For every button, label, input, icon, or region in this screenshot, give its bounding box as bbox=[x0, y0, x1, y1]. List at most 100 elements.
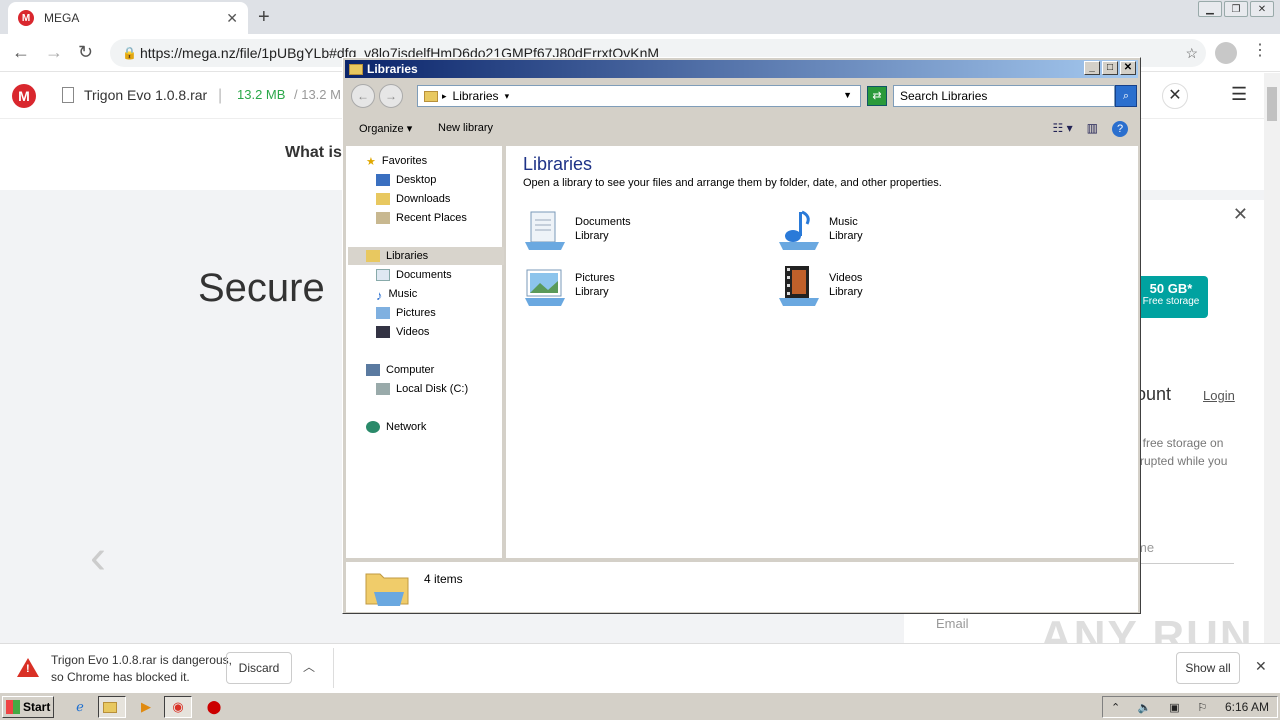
close-icon[interactable]: ✕ bbox=[1162, 83, 1188, 109]
explorer-titlebar[interactable]: Libraries _ □ ✕ bbox=[345, 60, 1138, 78]
chrome-icon[interactable]: ◉ bbox=[164, 696, 192, 718]
ie-icon[interactable]: ℯ bbox=[66, 696, 94, 718]
network-tray-icon[interactable]: ▣ bbox=[1169, 701, 1179, 714]
explorer-close-button[interactable]: ✕ bbox=[1120, 61, 1136, 75]
chevron-up-icon[interactable]: ︿ bbox=[303, 658, 315, 675]
explorer-minimize-button[interactable]: _ bbox=[1084, 61, 1100, 75]
download-warning-line1: Trigon Evo 1.0.8.rar is dangerous, bbox=[51, 653, 232, 667]
show-all-button[interactable]: Show all bbox=[1176, 652, 1240, 684]
content-description: Open a library to see your files and arr… bbox=[523, 177, 942, 189]
explorer-window: Libraries _ □ ✕ ← → ▸ Libraries ▾ ▼ ⇄ Se… bbox=[342, 57, 1141, 614]
reload-icon[interactable]: ↻ bbox=[78, 42, 93, 63]
tree-documents[interactable]: Documents bbox=[376, 266, 452, 284]
flag-tray-icon[interactable]: ⚐ bbox=[1197, 701, 1207, 714]
change-view-icon[interactable]: ☷ ▾ bbox=[1053, 121, 1073, 137]
network-icon bbox=[366, 421, 380, 433]
chrome-menu-icon[interactable]: ⋮ bbox=[1252, 40, 1268, 60]
page-scrollbar[interactable] bbox=[1264, 73, 1280, 643]
taskbar: Start ℯ ▶ ◉ ⬤ ⌃ 🔈 ▣ ⚐ 6:16 AM bbox=[0, 692, 1280, 720]
volume-icon[interactable]: 🔈 bbox=[1138, 701, 1152, 714]
back-arrow-icon[interactable]: ← bbox=[12, 42, 30, 63]
library-pictures-type: Library bbox=[575, 286, 609, 298]
email-field[interactable]: Email bbox=[936, 616, 969, 631]
breadcrumb-dropdown-icon[interactable]: ▾ bbox=[505, 91, 510, 102]
new-tab-button[interactable]: + bbox=[258, 6, 270, 29]
tree-computer[interactable]: Computer bbox=[366, 361, 434, 379]
music-icon: ♪ bbox=[376, 288, 383, 303]
start-button[interactable]: Start bbox=[2, 696, 54, 718]
tree-desktop[interactable]: Desktop bbox=[376, 171, 436, 189]
warning-mark: ! bbox=[26, 663, 30, 675]
mega-logo[interactable]: M bbox=[12, 84, 36, 108]
pictures-library-icon bbox=[525, 269, 565, 306]
login-link[interactable]: Login bbox=[1203, 388, 1235, 403]
browser-tab[interactable]: M MEGA ✕ bbox=[8, 2, 248, 34]
scroll-thumb[interactable] bbox=[1267, 87, 1277, 121]
stop-icon[interactable]: ⬤ bbox=[200, 696, 228, 718]
new-library-button[interactable]: New library bbox=[438, 122, 493, 134]
hero-heading: Secure bbox=[198, 266, 325, 310]
organize-button[interactable]: Organize ▾ bbox=[359, 122, 412, 135]
libraries-folder-icon bbox=[424, 90, 438, 102]
tree-network[interactable]: Network bbox=[366, 418, 426, 436]
library-documents[interactable]: Documents Library bbox=[523, 206, 763, 254]
tree-downloads[interactable]: Downloads bbox=[376, 190, 450, 208]
address-dropdown-icon[interactable]: ▼ bbox=[843, 90, 852, 100]
tree-local-disk-label: Local Disk (C:) bbox=[396, 383, 469, 395]
forward-arrow-icon[interactable]: → bbox=[45, 42, 63, 63]
help-icon[interactable]: ? bbox=[1112, 121, 1128, 137]
separator: | bbox=[218, 87, 223, 104]
explorer-maximize-button[interactable]: □ bbox=[1102, 61, 1118, 75]
restore-button[interactable]: ❐ bbox=[1224, 1, 1248, 17]
explorer-window-controls: _ □ ✕ bbox=[1084, 61, 1136, 75]
discard-button[interactable]: Discard bbox=[226, 652, 292, 684]
close-window-button[interactable]: ✕ bbox=[1250, 1, 1274, 17]
search-icon[interactable]: ⌕ bbox=[1115, 85, 1137, 107]
tree-favorites[interactable]: ★ Favorites bbox=[366, 152, 427, 170]
organize-label: Organize bbox=[359, 123, 404, 135]
refresh-icon[interactable]: ⇄ bbox=[867, 86, 887, 106]
windows-flag-icon bbox=[6, 700, 20, 714]
tree-recent[interactable]: Recent Places bbox=[376, 209, 467, 227]
explorer-address-bar[interactable]: ▸ Libraries ▾ ▼ bbox=[417, 85, 861, 107]
tab-close-icon[interactable]: ✕ bbox=[226, 10, 238, 27]
tree-local-disk[interactable]: Local Disk (C:) bbox=[376, 380, 468, 398]
search-input[interactable]: Search Libraries bbox=[893, 85, 1115, 107]
tree-pictures-label: Pictures bbox=[396, 307, 436, 319]
library-pictures[interactable]: Pictures Library bbox=[523, 262, 763, 310]
taskbar-folder-icon bbox=[103, 701, 117, 713]
system-tray: ⌃ 🔈 ▣ ⚐ 6:16 AM bbox=[1102, 696, 1278, 718]
bookmark-star-icon[interactable]: ☆ bbox=[1185, 39, 1198, 67]
libraries-large-icon bbox=[365, 573, 409, 606]
tree-computer-label: Computer bbox=[386, 364, 435, 376]
carousel-left-arrow-icon[interactable]: ‹ bbox=[90, 530, 106, 585]
tree-pictures[interactable]: Pictures bbox=[376, 304, 436, 322]
media-player-icon[interactable]: ▶ bbox=[132, 696, 160, 718]
mega-favicon-icon: M bbox=[18, 10, 34, 26]
documents-icon bbox=[376, 269, 390, 281]
minimize-button[interactable]: ▁ bbox=[1198, 1, 1222, 17]
download-bar-close-icon[interactable]: ✕ bbox=[1255, 658, 1267, 675]
tree-music[interactable]: ♪ Music bbox=[376, 285, 417, 303]
tree-libraries[interactable]: Libraries bbox=[348, 247, 504, 265]
preview-pane-icon[interactable]: ▥ bbox=[1087, 121, 1098, 137]
badge-label: Free storage bbox=[1142, 296, 1200, 307]
name-field[interactable]: me bbox=[1136, 540, 1234, 564]
tray-arrow-icon[interactable]: ⌃ bbox=[1111, 701, 1120, 714]
account-heading: ount bbox=[1136, 384, 1172, 404]
explorer-back-icon[interactable]: ← bbox=[351, 84, 375, 108]
tree-libraries-label: Libraries bbox=[386, 250, 429, 262]
breadcrumb-chevron-icon[interactable]: ▸ bbox=[442, 91, 447, 102]
hamburger-menu-icon[interactable]: ☰ bbox=[1231, 84, 1247, 105]
downloaded-size: 13.2 MB bbox=[237, 87, 286, 102]
explorer-forward-icon[interactable]: → bbox=[379, 84, 403, 108]
clock[interactable]: 6:16 AM bbox=[1225, 700, 1269, 714]
explorer-taskbar-icon[interactable] bbox=[98, 696, 126, 718]
profile-avatar[interactable] bbox=[1215, 42, 1237, 64]
library-videos[interactable]: Videos Library bbox=[777, 262, 1017, 310]
library-videos-type: Library bbox=[829, 286, 863, 298]
tree-videos[interactable]: Videos bbox=[376, 323, 429, 341]
panel-close-icon[interactable]: ✕ bbox=[1233, 204, 1248, 225]
library-music[interactable]: Music Library bbox=[777, 206, 1017, 254]
breadcrumb-libraries[interactable]: Libraries bbox=[453, 89, 499, 103]
